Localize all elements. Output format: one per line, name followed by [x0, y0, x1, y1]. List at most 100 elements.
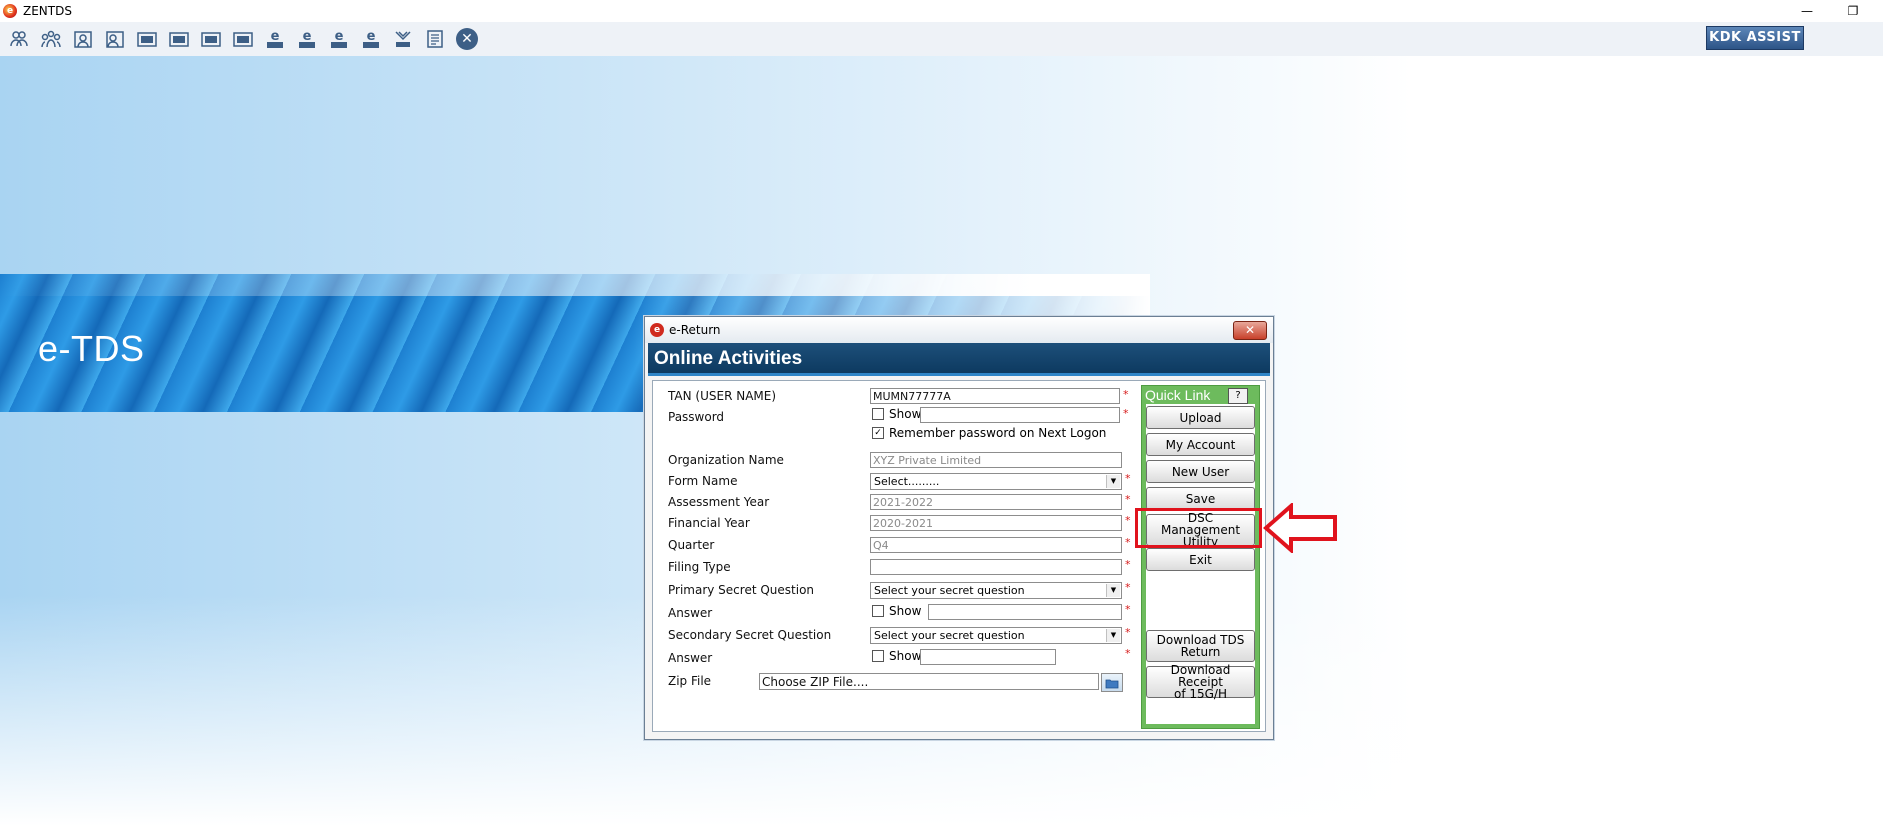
tan-label: TAN (USER NAME) — [668, 389, 777, 403]
document-icon[interactable] — [422, 26, 448, 52]
answer1-label: Answer — [668, 606, 713, 620]
required-mark: * — [1125, 536, 1131, 549]
etds-24q-icon[interactable]: e — [262, 26, 288, 52]
answer1-show-label: Show — [889, 604, 922, 618]
organization-input[interactable]: XYZ Private Limited — [870, 452, 1122, 468]
window-controls: — ❐ — [1795, 0, 1865, 22]
quarter-label: Quarter — [668, 538, 715, 552]
chevron-down-icon: ▼ — [1106, 475, 1120, 488]
download-tds-line2: Return — [1180, 645, 1221, 659]
group-icon[interactable] — [38, 26, 64, 52]
primary-secret-question-label: Primary Secret Question — [668, 583, 815, 597]
upload-button[interactable]: Upload — [1146, 406, 1255, 429]
answer2-input[interactable] — [920, 649, 1056, 665]
form-24q-icon[interactable] — [134, 26, 160, 52]
required-mark: * — [1123, 407, 1129, 420]
dialog-close-button[interactable]: ✕ — [1233, 321, 1267, 340]
minimize-button[interactable]: — — [1795, 4, 1819, 18]
required-mark: * — [1125, 581, 1131, 594]
user-form-icon[interactable] — [70, 26, 96, 52]
quarter-input[interactable]: Q4 — [870, 537, 1122, 553]
tan-input[interactable]: MUMN77777A — [870, 388, 1120, 404]
zip-file-input[interactable]: Choose ZIP File.... — [759, 673, 1099, 690]
chevron-down-icon: ▼ — [1106, 584, 1120, 597]
main-toolbar: e e e e ✕ — [0, 22, 1883, 56]
etds-banner-label: e-TDS — [38, 328, 145, 369]
primary-secret-question-select[interactable]: Select your secret question ▼ — [870, 582, 1122, 599]
my-account-button[interactable]: My Account — [1146, 433, 1255, 456]
form-name-label: Form Name — [668, 474, 738, 488]
answer2-show-label: Show — [889, 649, 922, 663]
filing-type-label: Filing Type — [668, 560, 731, 574]
save-button[interactable]: Save — [1146, 487, 1255, 510]
help-button[interactable]: ? — [1228, 388, 1248, 404]
form-27q-icon[interactable] — [198, 26, 224, 52]
app-logo-icon: e — [3, 4, 17, 18]
etds-26q-icon[interactable]: e — [294, 26, 320, 52]
form-27eq-icon[interactable] — [230, 26, 256, 52]
download-tds-return-button[interactable]: Download TDS Return — [1146, 630, 1255, 662]
form-26q-icon[interactable] — [166, 26, 192, 52]
required-mark: * — [1125, 493, 1131, 506]
assessment-year-input[interactable]: 2021-2022 — [870, 494, 1122, 510]
required-mark: * — [1125, 603, 1131, 616]
kdk-assist-button[interactable]: KDK ASSIST — [1706, 26, 1804, 50]
etds-27eq-icon[interactable]: e — [358, 26, 384, 52]
password-show-checkbox[interactable] — [872, 408, 884, 420]
svg-text:e: e — [303, 29, 312, 44]
assessment-year-label: Assessment Year — [668, 495, 770, 509]
required-mark: * — [1125, 647, 1131, 660]
svg-text:e: e — [367, 29, 376, 44]
primary-secret-question-value: Select your secret question — [874, 584, 1025, 597]
password-label: Password — [668, 410, 725, 424]
password-show-label: Show — [889, 407, 922, 421]
remember-password-checkbox[interactable]: ✓ — [872, 427, 884, 439]
banner-top-fade — [0, 274, 1150, 296]
svg-text:e: e — [335, 29, 344, 44]
folder-icon — [1105, 679, 1119, 688]
remember-password-label: Remember password on Next Logon — [889, 426, 1107, 440]
dialog-title: e-Return — [669, 323, 721, 337]
required-mark: * — [1123, 388, 1129, 401]
answer1-show-checkbox[interactable] — [872, 605, 884, 617]
quick-link-panel: Quick Link ? Upload My Account New User … — [1141, 385, 1260, 729]
users-icon[interactable] — [6, 26, 32, 52]
close-icon[interactable]: ✕ — [456, 28, 478, 50]
secondary-secret-question-label: Secondary Secret Question — [668, 628, 832, 642]
download-receipt-line1: Download Receipt — [1170, 663, 1231, 689]
dsc-highlight-box — [1135, 508, 1262, 548]
tds-logo-icon[interactable] — [390, 26, 416, 52]
filing-type-input[interactable] — [870, 559, 1122, 575]
required-mark: * — [1125, 558, 1131, 571]
secondary-secret-question-select[interactable]: Select your secret question ▼ — [870, 627, 1122, 644]
form-name-value: Select......... — [874, 475, 940, 488]
left-arrow-callout-icon — [1263, 503, 1337, 553]
dialog-header: Online Activities — [648, 343, 1270, 376]
etds-27q-icon[interactable]: e — [326, 26, 352, 52]
zip-file-label: Zip File — [668, 674, 712, 688]
form-name-select[interactable]: Select......... ▼ — [870, 473, 1122, 490]
answer2-label: Answer — [668, 651, 713, 665]
new-user-button[interactable]: New User — [1146, 460, 1255, 483]
download-receipt-15gh-button[interactable]: Download Receipt of 15G/H — [1146, 663, 1255, 700]
dialog-body: TAN (USER NAME) MUMN77777A * Password Sh… — [652, 380, 1266, 732]
required-mark: * — [1125, 626, 1131, 639]
answer1-input[interactable] — [928, 604, 1122, 620]
window-title: ZENTDS — [23, 4, 72, 18]
window-titlebar: e ZENTDS — ❐ — [0, 0, 1883, 22]
dialog-titlebar: e e-Return ✕ — [645, 317, 1273, 343]
required-mark: * — [1125, 472, 1131, 485]
restore-button[interactable]: ❐ — [1841, 4, 1865, 18]
required-mark: * — [1125, 514, 1131, 527]
exit-button[interactable]: Exit — [1146, 548, 1255, 571]
financial-year-label: Financial Year — [668, 516, 750, 530]
svg-text:e: e — [271, 29, 280, 44]
financial-year-input[interactable]: 2020-2021 — [870, 515, 1122, 531]
dialog-app-icon: e — [650, 323, 664, 337]
quick-link-title: Quick Link — [1145, 387, 1211, 403]
chevron-down-icon: ▼ — [1106, 629, 1120, 642]
browse-zip-button[interactable] — [1101, 673, 1123, 692]
user-edit-icon[interactable] — [102, 26, 128, 52]
answer2-show-checkbox[interactable] — [872, 650, 884, 662]
password-input[interactable] — [920, 407, 1120, 423]
